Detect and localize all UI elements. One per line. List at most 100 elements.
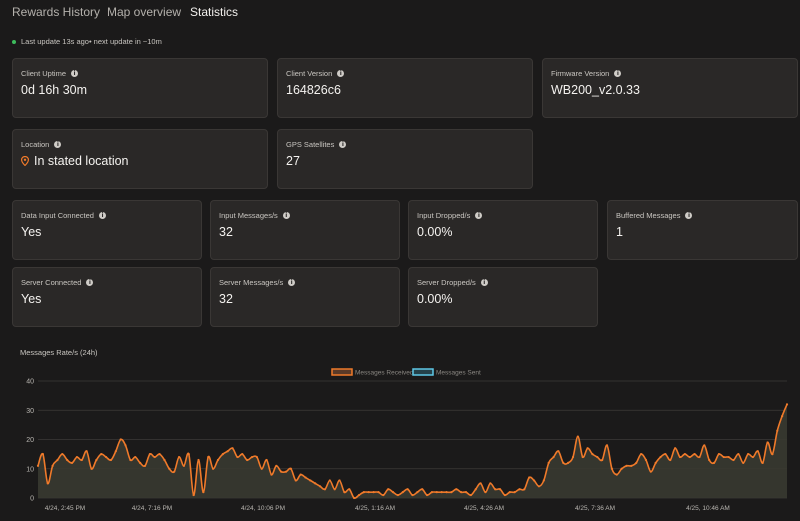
data-point[interactable]	[416, 491, 419, 494]
data-point[interactable]	[100, 453, 103, 456]
legend-label[interactable]: Messages Sent	[436, 370, 481, 377]
data-point[interactable]	[119, 438, 122, 441]
data-point[interactable]	[722, 455, 725, 459]
data-point[interactable]	[421, 488, 424, 491]
data-point[interactable]	[727, 455, 730, 459]
data-point[interactable]	[401, 491, 404, 494]
data-point[interactable]	[406, 488, 409, 491]
data-point[interactable]	[688, 455, 691, 459]
data-point[interactable]	[90, 467, 93, 470]
data-point[interactable]	[357, 493, 361, 497]
data-point[interactable]	[542, 479, 545, 482]
data-point[interactable]	[66, 458, 69, 462]
data-point[interactable]	[532, 479, 536, 482]
data-point[interactable]	[703, 444, 706, 447]
data-point[interactable]	[771, 453, 774, 456]
data-point[interactable]	[460, 491, 463, 494]
data-point[interactable]	[255, 455, 258, 459]
data-point[interactable]	[260, 467, 263, 470]
data-point[interactable]	[95, 458, 98, 462]
data-point[interactable]	[387, 488, 390, 491]
data-point[interactable]	[51, 464, 54, 467]
data-point[interactable]	[85, 450, 88, 453]
tab-statistics[interactable]: Statistics	[190, 5, 238, 19]
data-point[interactable]	[70, 461, 74, 464]
data-point[interactable]	[508, 491, 511, 494]
data-point[interactable]	[41, 453, 44, 456]
data-point[interactable]	[751, 455, 755, 459]
legend-label[interactable]: Messages Received	[355, 370, 414, 377]
data-point[interactable]	[785, 403, 789, 406]
info-icon[interactable]: i	[337, 70, 345, 77]
data-point[interactable]	[576, 435, 579, 438]
data-point[interactable]	[562, 461, 565, 464]
data-point[interactable]	[479, 482, 482, 485]
data-point[interactable]	[56, 458, 59, 462]
data-point[interactable]	[518, 488, 521, 491]
data-point[interactable]	[250, 455, 254, 459]
data-point[interactable]	[377, 491, 380, 494]
data-point[interactable]	[639, 453, 643, 456]
data-point[interactable]	[280, 470, 283, 473]
data-point[interactable]	[299, 473, 302, 476]
tab-map-overview[interactable]: Map overview	[107, 5, 181, 19]
data-point[interactable]	[601, 458, 604, 462]
data-point[interactable]	[372, 491, 375, 494]
data-point[interactable]	[712, 461, 716, 464]
data-point[interactable]	[581, 455, 584, 459]
data-point[interactable]	[489, 482, 492, 485]
info-icon[interactable]: i	[475, 212, 483, 219]
data-point[interactable]	[567, 461, 570, 464]
data-point[interactable]	[104, 455, 108, 459]
data-point[interactable]	[474, 488, 477, 491]
data-point[interactable]	[756, 450, 759, 453]
data-point[interactable]	[781, 415, 784, 418]
data-point[interactable]	[289, 467, 293, 470]
data-point[interactable]	[328, 479, 331, 482]
data-point[interactable]	[625, 464, 628, 467]
data-point[interactable]	[173, 470, 176, 473]
data-point[interactable]	[742, 461, 745, 464]
data-point[interactable]	[635, 461, 638, 464]
data-point[interactable]	[338, 479, 341, 482]
data-point[interactable]	[674, 447, 677, 450]
data-point[interactable]	[382, 493, 385, 497]
data-point[interactable]	[654, 461, 657, 464]
data-point[interactable]	[411, 493, 414, 497]
data-point[interactable]	[455, 488, 458, 491]
info-icon[interactable]: i	[282, 212, 290, 219]
data-point[interactable]	[265, 458, 268, 462]
data-point[interactable]	[698, 455, 701, 459]
data-point[interactable]	[494, 488, 497, 491]
data-point[interactable]	[323, 488, 327, 491]
tab-rewards-history[interactable]: Rewards History	[12, 5, 100, 19]
info-icon[interactable]: i	[614, 70, 622, 77]
data-point[interactable]	[333, 488, 336, 491]
info-icon[interactable]: i	[98, 212, 106, 219]
data-point[interactable]	[547, 461, 550, 464]
data-point[interactable]	[348, 488, 351, 491]
data-point[interactable]	[177, 455, 181, 459]
data-point[interactable]	[314, 482, 317, 485]
info-icon[interactable]: i	[54, 141, 62, 148]
data-point[interactable]	[440, 491, 443, 494]
data-point[interactable]	[36, 464, 40, 467]
data-point[interactable]	[445, 491, 448, 494]
data-point[interactable]	[596, 455, 599, 459]
info-icon[interactable]: i	[685, 212, 693, 219]
data-point[interactable]	[309, 479, 312, 482]
data-point[interactable]	[270, 473, 273, 476]
data-point[interactable]	[109, 458, 113, 462]
info-icon[interactable]: i	[480, 279, 488, 286]
data-point[interactable]	[246, 458, 249, 462]
data-point[interactable]	[523, 488, 526, 491]
data-point[interactable]	[464, 491, 468, 494]
data-point[interactable]	[664, 453, 667, 456]
data-point[interactable]	[114, 450, 117, 453]
data-point[interactable]	[343, 491, 346, 494]
data-point[interactable]	[143, 464, 147, 467]
data-point[interactable]	[450, 491, 453, 494]
data-point[interactable]	[187, 453, 190, 456]
data-point[interactable]	[484, 491, 487, 494]
data-point[interactable]	[304, 476, 307, 479]
